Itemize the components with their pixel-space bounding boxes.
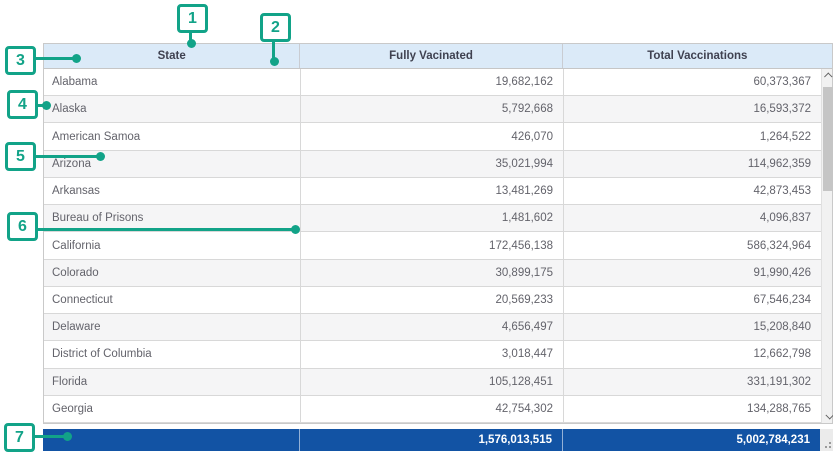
totals-cell-total-vaccinations: 5,002,784,231 xyxy=(563,429,820,451)
chevron-up-icon xyxy=(824,72,832,80)
callout-4-dot xyxy=(42,101,51,110)
table-header-row: State Fully Vacinated Total Vaccinations xyxy=(44,44,832,69)
callout-4-badge: 4 xyxy=(7,90,38,119)
cell-state[interactable]: Alaska xyxy=(44,96,301,122)
table-row[interactable]: Arizona35,021,994114,962,359 xyxy=(44,151,821,178)
cell-fully-vaccinated[interactable]: 30,899,175 xyxy=(301,260,564,286)
cell-total-vaccinations[interactable]: 16,593,372 xyxy=(564,96,821,122)
cell-total-vaccinations[interactable]: 60,373,367 xyxy=(564,69,821,95)
table-row[interactable]: American Samoa426,0701,264,522 xyxy=(44,123,821,150)
column-header-state[interactable]: State xyxy=(44,44,300,68)
table-row[interactable]: Alabama19,682,16260,373,367 xyxy=(44,69,821,96)
callout-6-line xyxy=(36,228,294,231)
cell-fully-vaccinated[interactable]: 3,018,447 xyxy=(301,341,564,367)
callout-3-line xyxy=(34,57,76,60)
cell-state[interactable]: District of Columbia xyxy=(44,341,301,367)
callout-3-dot xyxy=(72,54,81,63)
table-row[interactable]: District of Columbia3,018,44712,662,798 xyxy=(44,341,821,368)
scroll-up-button[interactable] xyxy=(822,69,833,83)
vaccination-table: State Fully Vacinated Total Vaccinations… xyxy=(43,43,833,424)
cell-state[interactable]: Georgia xyxy=(44,396,301,422)
callout-2-badge: 2 xyxy=(260,13,291,42)
cell-fully-vaccinated[interactable]: 426,070 xyxy=(301,123,564,149)
scrollbar-thumb[interactable] xyxy=(823,87,833,191)
cell-total-vaccinations[interactable]: 1,264,522 xyxy=(564,123,821,149)
table-row[interactable]: Alaska5,792,66816,593,372 xyxy=(44,96,821,123)
table-row[interactable]: Colorado30,899,17591,990,426 xyxy=(44,260,821,287)
cell-state[interactable]: Delaware xyxy=(44,314,301,340)
cell-fully-vaccinated[interactable]: 4,656,497 xyxy=(301,314,564,340)
callout-7-dot xyxy=(63,432,72,441)
callout-5-line xyxy=(34,155,100,158)
cell-state[interactable]: California xyxy=(44,232,301,258)
table-row[interactable]: California172,456,138586,324,964 xyxy=(44,232,821,259)
table-row[interactable]: Arkansas13,481,26942,873,453 xyxy=(44,178,821,205)
cell-fully-vaccinated[interactable]: 20,569,233 xyxy=(301,287,564,313)
cell-state[interactable]: American Samoa xyxy=(44,123,301,149)
cell-fully-vaccinated[interactable]: 13,481,269 xyxy=(301,178,564,204)
cell-fully-vaccinated[interactable]: 42,754,302 xyxy=(301,396,564,422)
totals-cell-state xyxy=(43,429,300,451)
chevron-down-icon xyxy=(825,411,833,419)
callout-6-dot xyxy=(291,225,300,234)
callout-1-dot xyxy=(187,39,196,48)
cell-total-vaccinations[interactable]: 67,546,234 xyxy=(564,287,821,313)
cell-total-vaccinations[interactable]: 4,096,837 xyxy=(564,205,821,231)
table-row[interactable]: Florida105,128,451331,191,302 xyxy=(44,369,821,396)
callout-5-badge: 5 xyxy=(5,142,36,171)
cell-fully-vaccinated[interactable]: 1,481,602 xyxy=(301,205,564,231)
callout-7-badge: 7 xyxy=(4,423,35,452)
table-body: Alabama19,682,16260,373,367Alaska5,792,6… xyxy=(44,69,821,423)
table-data-area: Alabama19,682,16260,373,367Alaska5,792,6… xyxy=(44,69,832,423)
callout-3-badge: 3 xyxy=(5,46,36,75)
callout-7-line xyxy=(33,435,67,438)
table-row[interactable]: Delaware4,656,49715,208,840 xyxy=(44,314,821,341)
cell-total-vaccinations[interactable]: 331,191,302 xyxy=(564,369,821,395)
callout-1-badge: 1 xyxy=(177,4,208,33)
cell-state[interactable]: Connecticut xyxy=(44,287,301,313)
cell-fully-vaccinated[interactable]: 35,021,994 xyxy=(301,151,564,177)
cell-total-vaccinations[interactable]: 586,324,964 xyxy=(564,232,821,258)
cell-total-vaccinations[interactable]: 91,990,426 xyxy=(564,260,821,286)
callout-5-dot xyxy=(96,152,105,161)
cell-fully-vaccinated[interactable]: 172,456,138 xyxy=(301,232,564,258)
cell-fully-vaccinated[interactable]: 105,128,451 xyxy=(301,369,564,395)
resize-grip-icon xyxy=(825,442,831,448)
cell-total-vaccinations[interactable]: 114,962,359 xyxy=(564,151,821,177)
column-header-fully-vaccinated[interactable]: Fully Vacinated xyxy=(300,44,562,68)
cell-total-vaccinations[interactable]: 12,662,798 xyxy=(564,341,821,367)
table-row[interactable]: Georgia42,754,302134,288,765 xyxy=(44,396,821,423)
cell-fully-vaccinated[interactable]: 19,682,162 xyxy=(301,69,564,95)
cell-state[interactable]: Arkansas xyxy=(44,178,301,204)
callout-2-dot xyxy=(270,57,279,66)
totals-row: 1,576,013,515 5,002,784,231 xyxy=(43,429,820,451)
cell-total-vaccinations[interactable]: 42,873,453 xyxy=(564,178,821,204)
cell-fully-vaccinated[interactable]: 5,792,668 xyxy=(301,96,564,122)
vaccination-table-page: State Fully Vacinated Total Vaccinations… xyxy=(0,0,833,453)
scroll-down-button[interactable] xyxy=(822,409,833,423)
vertical-scrollbar[interactable] xyxy=(821,69,832,423)
callout-6-badge: 6 xyxy=(7,212,38,241)
cell-total-vaccinations[interactable]: 15,208,840 xyxy=(564,314,821,340)
cell-total-vaccinations[interactable]: 134,288,765 xyxy=(564,396,821,422)
totals-row-corner xyxy=(820,429,833,451)
cell-state[interactable]: Alabama xyxy=(44,69,301,95)
cell-state[interactable]: Florida xyxy=(44,369,301,395)
table-row[interactable]: Connecticut20,569,23367,546,234 xyxy=(44,287,821,314)
cell-state[interactable]: Colorado xyxy=(44,260,301,286)
column-header-total-vaccinations[interactable]: Total Vaccinations xyxy=(563,44,832,68)
totals-cell-fully-vaccinated: 1,576,013,515 xyxy=(300,429,563,451)
